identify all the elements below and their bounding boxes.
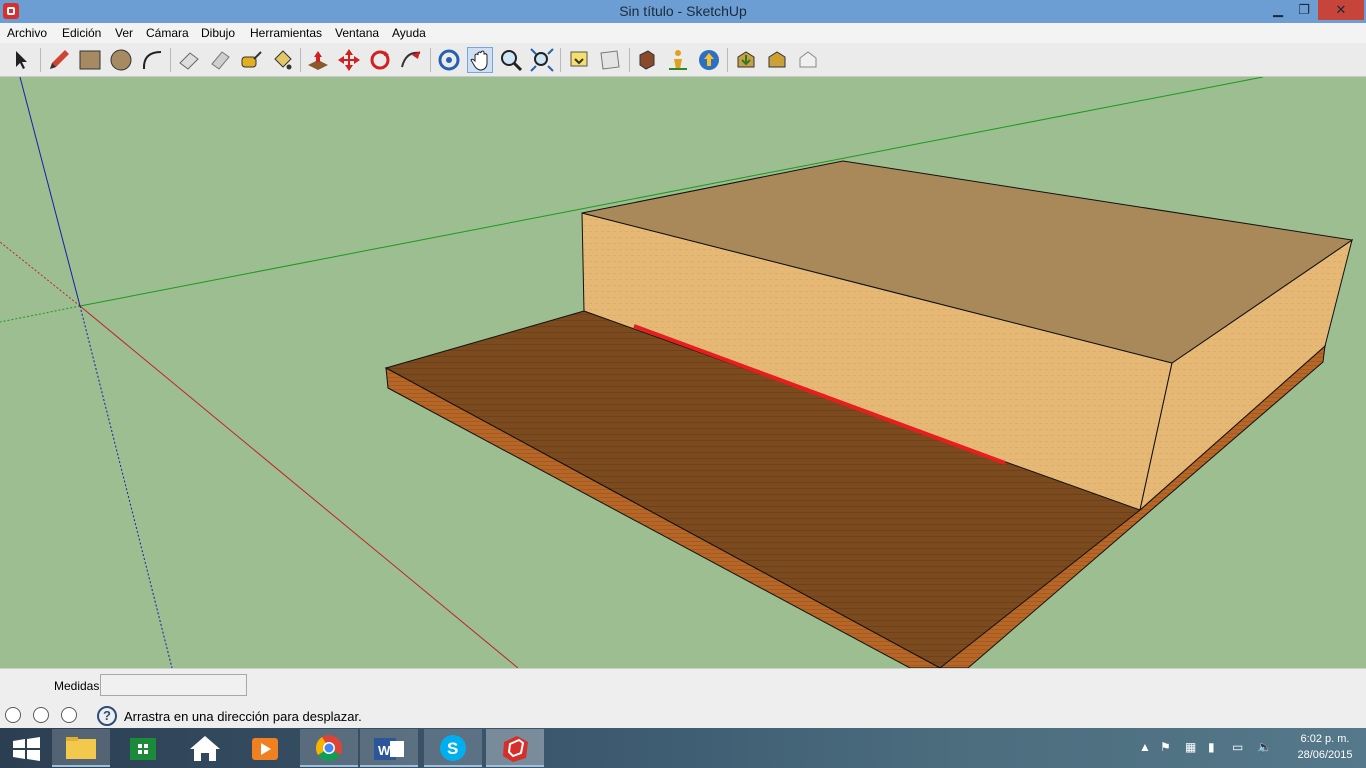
walk-icon[interactable] [696,47,722,73]
store-icon[interactable] [114,729,172,767]
close-button[interactable]: ✕ [1318,0,1364,20]
home-icon[interactable] [176,729,234,767]
network-icon[interactable]: ▭ [1232,740,1243,754]
menu-archivo[interactable]: Archivo [7,26,47,40]
paint-icon[interactable] [207,47,233,73]
help-icon[interactable]: ? [97,706,117,726]
menu-ventana[interactable]: Ventana [335,26,379,40]
minimize-button[interactable]: ▁ [1266,0,1290,20]
geo-location-icon[interactable] [5,707,21,723]
follow-me-icon[interactable] [398,47,424,73]
blue-axis-negative [79,305,173,668]
main-toolbar [0,43,1366,77]
pencil-icon[interactable] [46,47,72,73]
word-icon[interactable]: W [360,729,418,767]
app-tray-icon[interactable]: ▦ [1185,740,1196,754]
green-axis-negative [0,305,81,323]
start-icon[interactable] [0,729,58,767]
windows-taskbar: W S ▲ ⚑ ▦ ▮ ▭ 🔈 6:02 p. m. 28/06/2015 [0,728,1366,768]
window-title: Sin título - SketchUp [619,3,747,19]
push-pull-icon[interactable] [305,47,331,73]
svg-text:W: W [378,743,391,758]
measures-input[interactable] [100,674,247,696]
svg-text:S: S [447,739,458,758]
volume-icon[interactable]: 🔈 [1257,740,1272,754]
orbit-icon[interactable] [436,47,462,73]
title-bar: Sin título - SketchUp ▁ ❐ ✕ [0,0,1366,23]
warehouse-icon[interactable] [795,47,821,73]
maximize-button[interactable]: ❐ [1292,0,1316,20]
media-player-icon[interactable] [236,729,294,767]
arc-icon[interactable] [139,47,165,73]
power-icon[interactable]: ▮ [1208,740,1215,754]
zoom-extents-icon[interactable] [529,47,555,73]
components-icon[interactable] [634,47,660,73]
zoom-icon[interactable] [498,47,524,73]
clock-date[interactable]: 28/06/2015 [1290,749,1360,761]
rectangle-icon[interactable] [77,47,103,73]
position-camera-icon[interactable] [665,47,691,73]
status-bar: ? Arrastra en una dirección para desplaz… [0,703,1366,728]
clock-time[interactable]: 6:02 p. m. [1290,733,1360,745]
next-view-icon[interactable] [597,47,623,73]
menu-herramientas[interactable]: Herramientas [250,26,322,40]
select-icon[interactable] [8,47,34,73]
action-center-icon[interactable]: ⚑ [1160,740,1171,754]
tray-chevron-icon[interactable]: ▲ [1139,740,1151,754]
eraser-icon[interactable] [176,47,202,73]
menu-edicion[interactable]: Edición [62,26,101,40]
menu-ayuda[interactable]: Ayuda [392,26,426,40]
modeling-viewport[interactable] [0,77,1366,668]
status-message: Arrastra en una dirección para desplazar… [124,709,362,724]
menu-camara[interactable]: Cámara [146,26,189,40]
circle-icon[interactable] [108,47,134,73]
red-axis-negative [0,241,81,307]
credits-icon[interactable] [33,707,49,723]
menu-ver[interactable]: Ver [115,26,133,40]
user-account-icon[interactable] [61,707,77,723]
share-model-icon[interactable] [764,47,790,73]
tape-measure-icon[interactable] [238,47,264,73]
skype-icon[interactable]: S [424,729,482,767]
paint-bucket-icon[interactable] [269,47,295,73]
previous-view-icon[interactable] [566,47,592,73]
get-models-icon[interactable] [733,47,759,73]
sketchup-icon[interactable] [486,729,544,767]
measures-bar: Medidas [0,668,1366,704]
pan-icon[interactable] [467,47,493,73]
file-explorer-icon[interactable] [52,729,110,767]
chrome-icon[interactable] [300,729,358,767]
scene-canvas [0,77,1354,668]
move-icon[interactable] [336,47,362,73]
menu-bar: Archivo Edición Ver Cámara Dibujo Herram… [0,23,1366,43]
menu-dibujo[interactable]: Dibujo [201,26,235,40]
rotate-icon[interactable] [367,47,393,73]
blue-axis [19,77,81,307]
measures-label: Medidas [54,679,100,693]
